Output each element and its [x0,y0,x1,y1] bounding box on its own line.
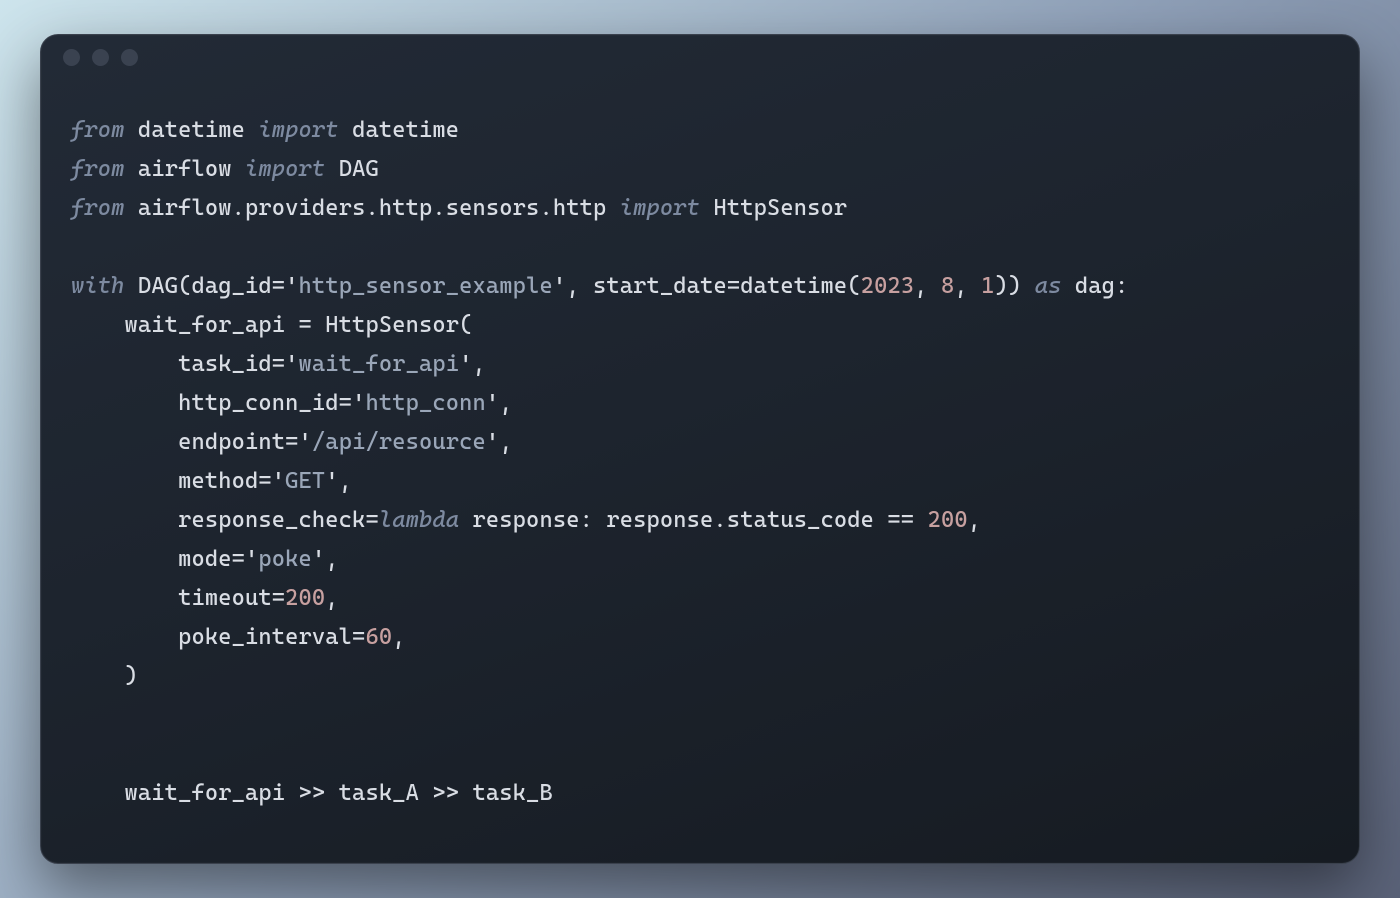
code-token: http_conn [365,390,485,416]
code-token: ' [553,273,566,299]
code-token: ' [486,390,499,416]
code-token: endpoint= [71,429,299,455]
code-token: 2023 [861,273,915,299]
code-token: airflow [125,156,245,182]
code-token: , start_date=datetime( [566,273,860,299]
code-token: http_conn_id= [71,390,352,416]
code-token: ' [486,429,499,455]
code-token: ' [299,429,312,455]
code-token: as [1035,273,1062,299]
code-token: mode= [71,546,245,572]
code-token: airflow.providers.http.sensors.http [125,195,620,221]
code-token: lambda [379,507,459,533]
code-token: , [339,468,352,494]
code-token: , [499,429,512,455]
code-token: , [325,585,338,611]
code-token: wait_for_api >> task_A >> task_B [71,780,553,806]
code-token: import [620,195,700,221]
code-token: timeout= [71,585,285,611]
code-token: /api/resource [312,429,486,455]
traffic-light-zoom-icon[interactable] [121,49,138,66]
code-token: ' [352,390,365,416]
code-token: ' [285,351,298,377]
code-window: from datetime import datetime from airfl… [40,34,1360,864]
code-token: ) [71,663,138,689]
code-token: , [473,351,486,377]
code-token: , [499,390,512,416]
code-token: dag: [1062,273,1129,299]
code-token: , [968,507,981,533]
code-token: method= [71,468,272,494]
code-block: from datetime import datetime from airfl… [41,79,1359,823]
code-token: ' [325,468,338,494]
code-token: from [71,195,125,221]
code-token: wait_for_api [299,351,460,377]
code-token: response_check= [71,507,379,533]
code-token: ' [245,546,258,572]
window-titlebar [41,35,1359,79]
code-token: datetime [125,117,259,143]
code-token: , [392,624,405,650]
code-token: ' [459,351,472,377]
code-token: from [71,156,125,182]
code-token: 200 [928,507,968,533]
code-token: DAG [325,156,379,182]
code-token: , [954,273,981,299]
code-token: poke [258,546,312,572]
code-token: task_id= [71,351,285,377]
code-token: , [914,273,941,299]
code-token: wait_for_api = HttpSensor( [71,312,473,338]
code-token: )) [995,273,1035,299]
code-token: response: response.status_code == [459,507,927,533]
code-token: ' [285,273,298,299]
code-token: 1 [981,273,994,299]
code-token: DAG(dag_id= [125,273,286,299]
code-token: , [325,546,338,572]
code-token: ' [312,546,325,572]
code-token: with [71,273,125,299]
code-token: 200 [285,585,325,611]
code-token: import [245,156,325,182]
code-token: HttpSensor [700,195,847,221]
code-token: GET [285,468,325,494]
code-token: datetime [339,117,459,143]
code-token: 60 [365,624,392,650]
code-token: import [258,117,338,143]
code-token: poke_interval= [71,624,365,650]
code-token: from [71,117,125,143]
code-token: ' [272,468,285,494]
traffic-light-close-icon[interactable] [63,49,80,66]
code-token: http_sensor_example [299,273,553,299]
traffic-light-minimize-icon[interactable] [92,49,109,66]
code-token: 8 [941,273,954,299]
